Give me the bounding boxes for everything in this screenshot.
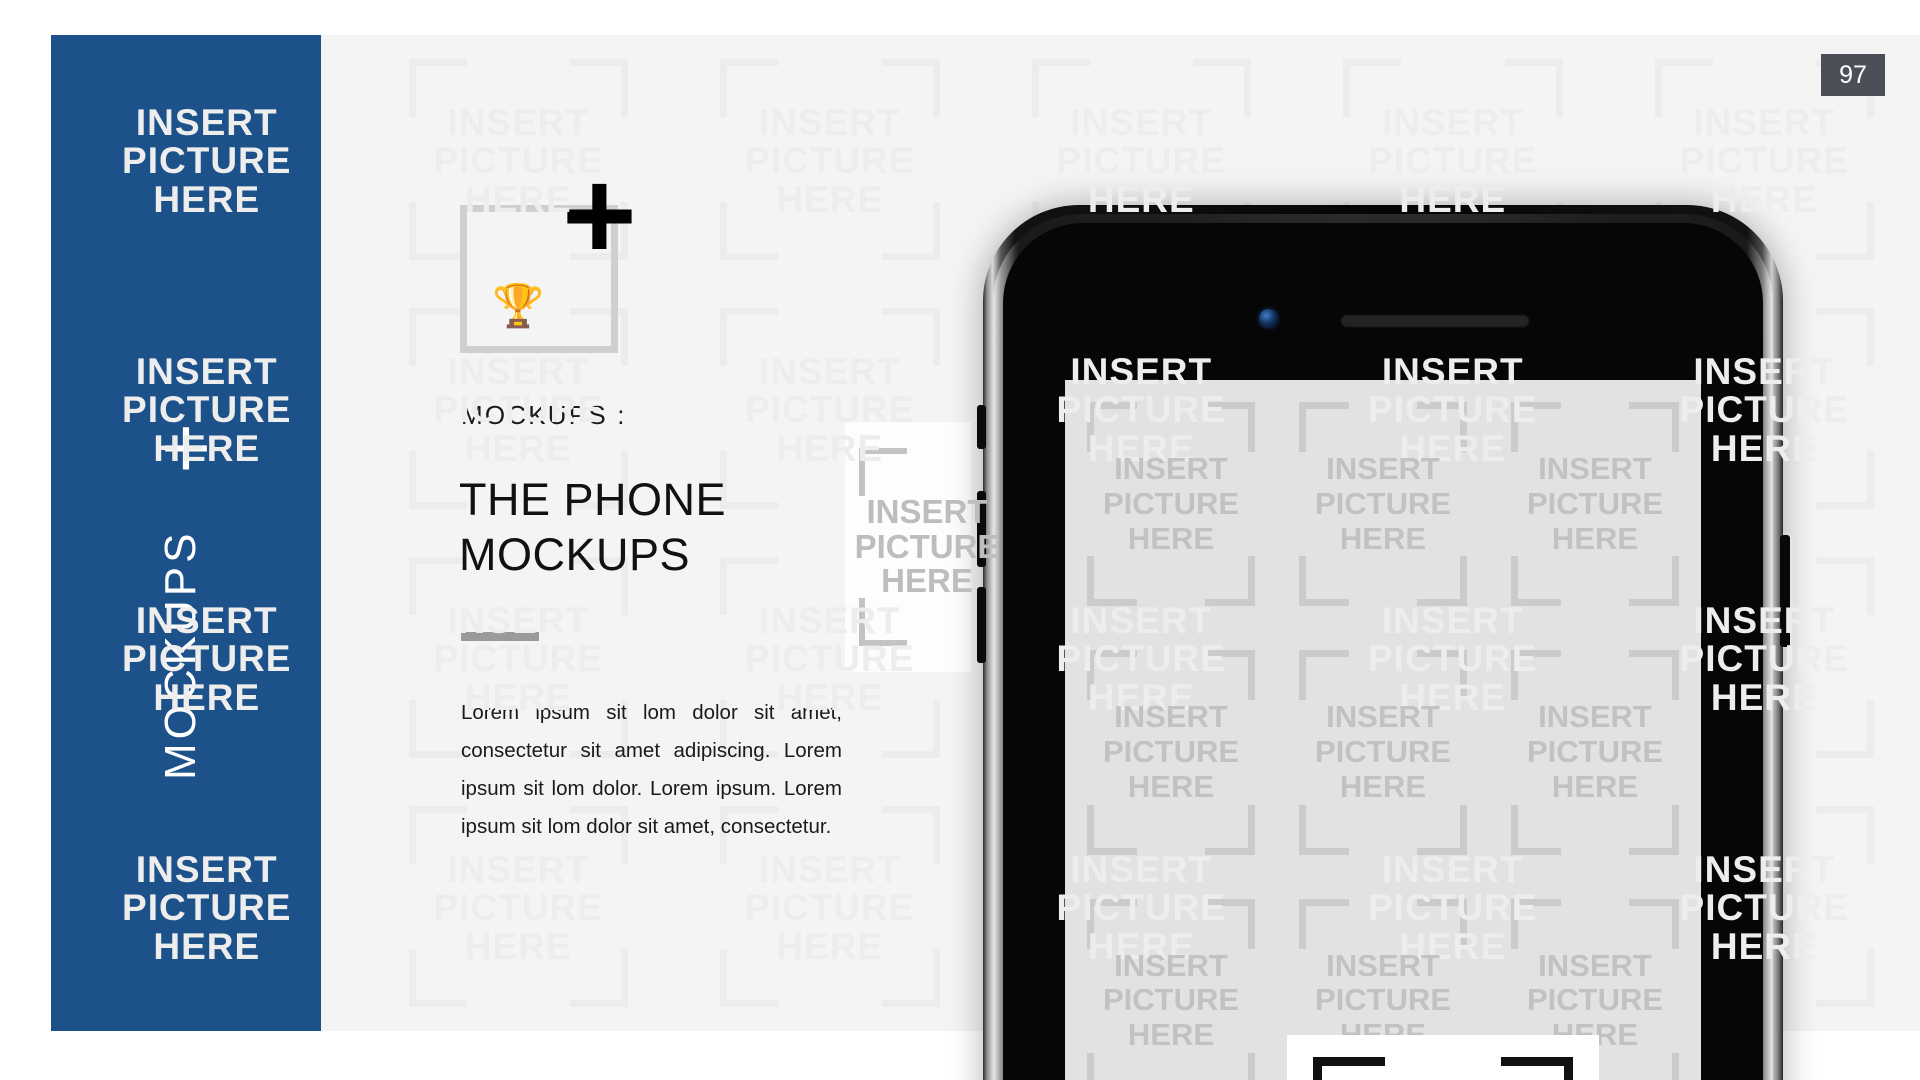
watermark-label: INSERT PICTURE HERE: [745, 350, 915, 469]
corner-bracket-icon: [1417, 556, 1467, 607]
earpiece-speaker-icon: [1341, 315, 1529, 327]
watermark-label: INSERT PICTURE HERE: [1679, 101, 1849, 220]
watermark-label: INSERT PICTURE HERE: [433, 350, 603, 469]
corner-bracket-icon: [1313, 1057, 1385, 1080]
corner-bracket-icon: [1629, 402, 1679, 452]
corner-bracket-icon: [1629, 650, 1679, 701]
placeholder-label: INSERT PICTURE HERE: [1314, 451, 1452, 556]
placeholder-label: INSERT PICTURE HERE: [1102, 451, 1240, 556]
corner-bracket-icon: [1299, 898, 1349, 949]
corner-bracket-icon: [1629, 556, 1679, 607]
corner-bracket-icon: [1629, 804, 1679, 855]
watermark-label: INSERT PICTURE HERE: [745, 101, 915, 220]
corner-bracket-icon: [1299, 804, 1349, 855]
corner-bracket-icon: [1299, 402, 1349, 452]
watermark-label: INSERT PICTURE HERE: [1056, 101, 1226, 220]
watermark-tile: INSERT PICTURE HERE: [674, 35, 986, 284]
watermark-label: INSERT PICTURE HERE: [122, 848, 292, 967]
page-title: THE PHONE MOCKUPS: [459, 474, 727, 581]
silent-switch-button[interactable]: [977, 405, 986, 449]
corner-bracket-icon: [1087, 556, 1137, 607]
corner-bracket-icon: [1299, 556, 1349, 607]
watermark-label: INSERT PICTURE HERE: [1679, 848, 1849, 967]
corner-bracket-icon: [1417, 804, 1467, 855]
watermark-label: INSERT PICTURE HERE: [433, 599, 603, 718]
slide-canvas: INSERT PICTURE HERE INSERT PICTURE HERE …: [0, 0, 1920, 1080]
watermark-label: INSERT PICTURE HERE: [745, 848, 915, 967]
placeholder-label: INSERT PICTURE HERE: [1526, 699, 1664, 804]
corner-bracket-icon: [1205, 804, 1255, 855]
trophy-icon: 🏆: [492, 282, 545, 329]
phone-screen[interactable]: INSERT PICTURE HERE INSERT PICTURE HERE: [1065, 380, 1701, 1080]
corner-bracket-icon: [1511, 556, 1561, 607]
hero-picture-placeholder[interactable]: INSERT PICTURE HERE: [1287, 1035, 1599, 1080]
watermark-label: INSERT PICTURE HERE: [433, 848, 603, 967]
placeholder-label: INSERT PICTURE HERE: [1314, 699, 1452, 804]
watermark-label: INSERT PICTURE HERE: [433, 101, 603, 220]
corner-bracket-icon: [1205, 556, 1255, 607]
corner-bracket-icon: [1629, 898, 1679, 949]
corner-bracket-icon: [1511, 804, 1561, 855]
watermark-label: INSERT PICTURE HERE: [122, 599, 292, 718]
watermark-label: INSERT PICTURE HERE: [1679, 599, 1849, 718]
placeholder-label: INSERT PICTURE HERE: [1102, 699, 1240, 804]
watermark-label: INSERT PICTURE HERE: [122, 350, 292, 469]
watermark-label: INSERT PICTURE HERE: [1679, 350, 1849, 469]
watermark-label: INSERT PICTURE HERE: [1368, 101, 1538, 220]
page-number-badge: 97: [1821, 54, 1885, 96]
front-camera-icon: [1259, 309, 1278, 328]
placeholder-label: INSERT PICTURE HERE: [1102, 947, 1240, 1053]
corner-bracket-icon: [1501, 1057, 1573, 1080]
watermark-label: INSERT PICTURE HERE: [745, 599, 915, 718]
placeholder-label: INSERT PICTURE HERE: [854, 492, 1000, 600]
corner-bracket-icon: [1205, 1052, 1255, 1080]
watermark-label: INSERT PICTURE HERE: [122, 101, 292, 220]
placeholder-label: INSERT PICTURE HERE: [1526, 451, 1664, 556]
corner-bracket-icon: [1087, 1052, 1137, 1080]
corner-bracket-icon: [1087, 804, 1137, 855]
corner-bracket-icon: [1629, 1052, 1679, 1080]
corner-bracket-icon: [1299, 650, 1349, 701]
screen-placeholder-grid: INSERT PICTURE HERE INSERT PICTURE HERE: [1065, 380, 1701, 1080]
